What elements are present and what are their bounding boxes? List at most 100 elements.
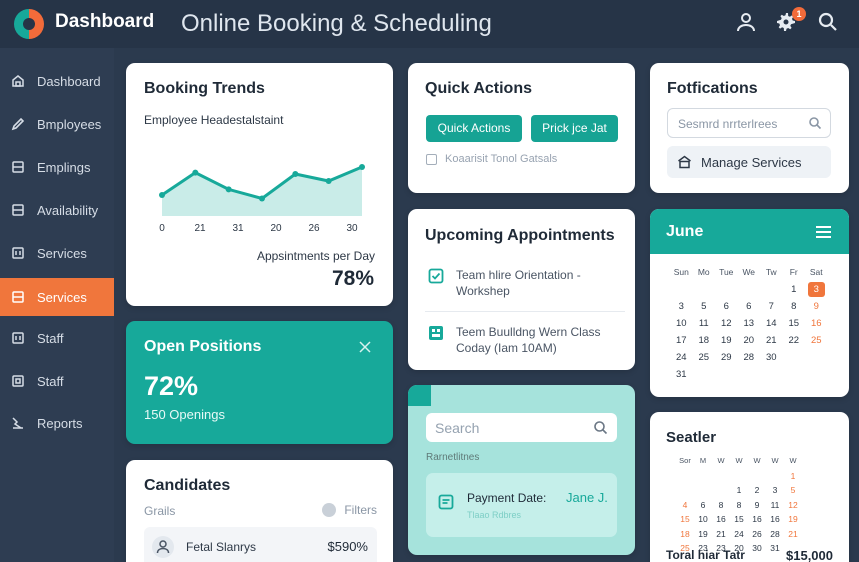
calendar-day[interactable]: 14 bbox=[760, 315, 783, 332]
weekday-label: W bbox=[789, 456, 797, 465]
calendar-day[interactable]: 28 bbox=[738, 349, 761, 366]
secondary-action-button[interactable]: Prick jce Jat bbox=[531, 115, 618, 142]
calendar-day bbox=[715, 366, 738, 383]
calendar-day[interactable]: 8 bbox=[730, 498, 748, 513]
calendar-day[interactable]: 30 bbox=[760, 349, 783, 366]
calendar-day[interactable]: 17 bbox=[670, 332, 693, 349]
calendar-day[interactable]: 3 bbox=[766, 483, 784, 498]
calendar-day[interactable]: 16 bbox=[712, 512, 730, 527]
calendar-day[interactable]: 10 bbox=[670, 315, 693, 332]
calendar-day[interactable]: 11 bbox=[766, 498, 784, 513]
calendar-day[interactable]: 15 bbox=[730, 512, 748, 527]
calendar-day[interactable]: 16 bbox=[805, 315, 828, 332]
calendar-day[interactable]: 22 bbox=[783, 332, 806, 349]
calendar-day[interactable]: 21 bbox=[760, 332, 783, 349]
notifications-search-input[interactable]: Sesmrd nrrterlrees bbox=[667, 108, 831, 138]
calendar-day[interactable]: 19 bbox=[784, 512, 802, 527]
calendar-day[interactable]: 11 bbox=[693, 315, 716, 332]
top-bar: Dashboard Online Booking & Scheduling 1 bbox=[0, 0, 859, 48]
calendar-day[interactable]: 18 bbox=[676, 527, 694, 542]
appointment-item[interactable]: Teem Buulldng Wern Class Coday (Iam 10AM… bbox=[428, 322, 623, 358]
calendar-day[interactable]: 19 bbox=[694, 527, 712, 542]
calendar-day[interactable]: 1 bbox=[784, 469, 802, 484]
search-icon[interactable] bbox=[816, 10, 842, 36]
grid-icon bbox=[11, 246, 25, 260]
user-icon[interactable] bbox=[734, 10, 760, 36]
calendar-day[interactable]: 19 bbox=[715, 332, 738, 349]
calendar-day[interactable]: 24 bbox=[670, 349, 693, 366]
sidebar-item-dashboard[interactable]: Dashboard bbox=[0, 62, 114, 100]
appointment-item[interactable]: Team hlire Orientation - Workshep bbox=[428, 265, 623, 301]
calendar-day[interactable]: 6 bbox=[715, 298, 738, 315]
sidebar-item-services[interactable]: Services bbox=[0, 234, 114, 272]
filters-control[interactable]: Filters bbox=[322, 503, 377, 517]
calendar-day[interactable]: 2 bbox=[748, 483, 766, 498]
table-row[interactable]: Fetal Slanrys $590% bbox=[144, 527, 377, 562]
calendar-day[interactable]: 20 bbox=[738, 332, 761, 349]
candidate-value: $590% bbox=[327, 539, 368, 554]
calendar-day[interactable]: 21 bbox=[712, 527, 730, 542]
calendar-day[interactable]: 25 bbox=[805, 332, 828, 349]
calendar-day[interactable]: 15 bbox=[676, 512, 694, 527]
payment-item[interactable]: Payment Date: Jane J. Tlaao Rdbres bbox=[426, 473, 617, 537]
calendar-day[interactable]: 6 bbox=[694, 498, 712, 513]
calendar-day[interactable]: 8 bbox=[712, 498, 730, 513]
calendar-day[interactable]: 15 bbox=[783, 315, 806, 332]
calendar-day[interactable]: 16 bbox=[748, 512, 766, 527]
quick-actions-card: Quick Actions Quick Actions Prick jce Ja… bbox=[408, 63, 635, 193]
search-input[interactable]: Search bbox=[426, 413, 617, 442]
calendar-day[interactable]: 9 bbox=[805, 298, 828, 315]
menu-icon[interactable] bbox=[816, 226, 831, 238]
calendar-day[interactable]: 8 bbox=[783, 298, 806, 315]
sidebar-item-staff[interactable]: Staff bbox=[0, 319, 114, 357]
x-tick-label: 31 bbox=[232, 223, 244, 234]
calendar-day bbox=[670, 281, 693, 298]
sidebar-item-employees[interactable]: Bmployees bbox=[0, 105, 114, 143]
sidebar-item-availability[interactable]: Availability bbox=[0, 191, 114, 229]
upcoming-appointments-card: Upcoming Appointments Team hlire Orienta… bbox=[408, 209, 635, 370]
calendar-day[interactable]: 1 bbox=[783, 281, 806, 298]
calendar-day[interactable]: 31 bbox=[766, 541, 784, 556]
calendar-day[interactable]: 3 bbox=[808, 282, 825, 297]
calendar-day[interactable]: 12 bbox=[715, 315, 738, 332]
calendar-day[interactable]: 5 bbox=[784, 483, 802, 498]
sidebar-item-services-active[interactable]: Services bbox=[0, 278, 114, 316]
calendar-day[interactable]: 29 bbox=[715, 349, 738, 366]
total-value: $15,000 bbox=[786, 548, 833, 562]
x-tick-label: 0 bbox=[159, 223, 165, 234]
calendar-day[interactable]: 24 bbox=[730, 527, 748, 542]
sidebar-item-reports[interactable]: Reports bbox=[0, 404, 114, 442]
calendar-day[interactable]: 1 bbox=[730, 483, 748, 498]
calendar-day[interactable]: 28 bbox=[766, 527, 784, 542]
calendar-day[interactable]: 7 bbox=[760, 298, 783, 315]
calendar-day[interactable]: 18 bbox=[693, 332, 716, 349]
calendar-day[interactable]: 25 bbox=[693, 349, 716, 366]
calendar-day[interactable]: 30 bbox=[748, 541, 766, 556]
calendar-day[interactable]: 13 bbox=[738, 315, 761, 332]
calendar-day[interactable]: 6 bbox=[738, 298, 761, 315]
calendar-day[interactable]: 26 bbox=[748, 527, 766, 542]
search-placeholder: Search bbox=[435, 420, 480, 436]
calendar-day bbox=[715, 281, 738, 298]
payment-sub: Tlaao Rdbres bbox=[467, 510, 522, 520]
calendar-day[interactable]: 12 bbox=[784, 498, 802, 513]
calendar-day[interactable]: 16 bbox=[766, 512, 784, 527]
quick-note: Koaarisit Tonol Gatsals bbox=[426, 153, 557, 165]
calendar-day[interactable]: 9 bbox=[748, 498, 766, 513]
manage-services-button[interactable]: Manage Services bbox=[667, 146, 831, 178]
x-tick-label: 26 bbox=[308, 223, 320, 234]
calendar-day[interactable]: 31 bbox=[670, 366, 693, 383]
calendar-day[interactable]: 5 bbox=[693, 298, 716, 315]
calendar-day[interactable]: 4 bbox=[676, 498, 694, 513]
calendar-day[interactable]: 10 bbox=[694, 512, 712, 527]
calendar-header: June bbox=[650, 209, 849, 254]
close-icon[interactable] bbox=[359, 341, 371, 353]
chart-icon bbox=[11, 416, 25, 430]
card-title: Quick Actions bbox=[425, 80, 532, 97]
quick-actions-button[interactable]: Quick Actions bbox=[426, 115, 522, 142]
calendar-day[interactable]: 21 bbox=[784, 527, 802, 542]
sidebar-item-emplings[interactable]: Emplings bbox=[0, 148, 114, 186]
sidebar-item-staff-2[interactable]: Staff bbox=[0, 362, 114, 400]
calendar-day[interactable]: 3 bbox=[670, 298, 693, 315]
weekday-label: W bbox=[753, 456, 761, 465]
